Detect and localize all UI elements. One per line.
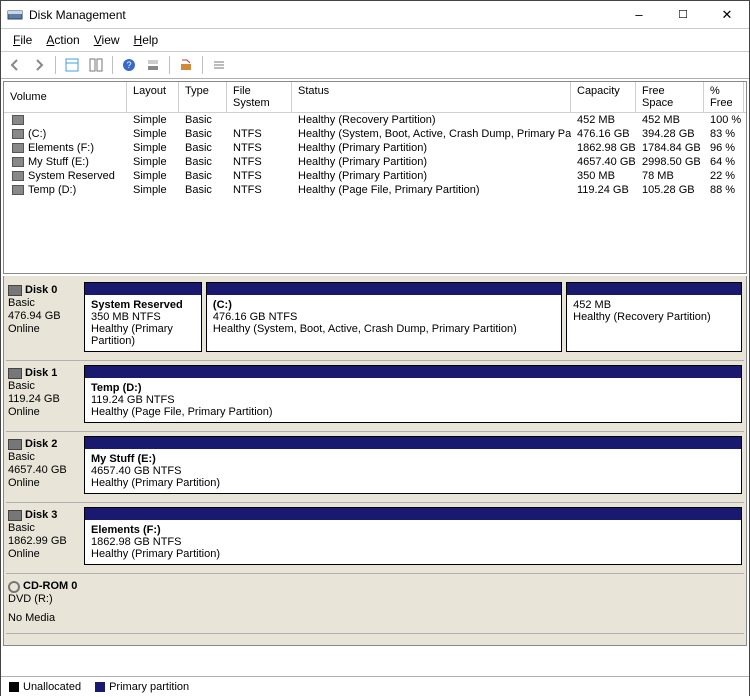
col-pctfree[interactable]: % Free [704, 82, 744, 112]
col-filesystem[interactable]: File System [227, 82, 292, 112]
disk-label[interactable]: Disk 1Basic119.24 GBOnline [8, 365, 80, 423]
separator [202, 56, 203, 74]
volume-list: Volume Layout Type File System Status Ca… [3, 81, 747, 274]
back-button[interactable] [5, 55, 25, 75]
col-capacity[interactable]: Capacity [571, 82, 636, 112]
disk-label[interactable]: Disk 2Basic4657.40 GBOnline [8, 436, 80, 494]
window-title: Disk Management [29, 8, 617, 22]
col-type[interactable]: Type [179, 82, 227, 112]
maximize-button[interactable]: ☐ [661, 1, 705, 29]
disk-row: Disk 3Basic1862.99 GBOnlineElements (F:)… [6, 503, 744, 574]
volume-row[interactable]: System ReservedSimpleBasicNTFSHealthy (P… [4, 169, 746, 183]
forward-button[interactable] [29, 55, 49, 75]
disk-row: Disk 0Basic476.94 GBOnlineSystem Reserve… [6, 278, 744, 361]
volume-row[interactable]: Temp (D:)SimpleBasicNTFSHealthy (Page Fi… [4, 183, 746, 197]
menu-help[interactable]: Help [128, 31, 165, 49]
volume-list-header: Volume Layout Type File System Status Ca… [4, 82, 746, 113]
volume-row[interactable]: My Stuff (E:)SimpleBasicNTFSHealthy (Pri… [4, 155, 746, 169]
disk-row: CD-ROM 0DVD (R:)No Media [6, 574, 744, 634]
disk-row: Disk 1Basic119.24 GBOnlineTemp (D:)119.2… [6, 361, 744, 432]
volume-icon [12, 143, 24, 153]
cd-icon [8, 581, 20, 593]
disk-row: Disk 2Basic4657.40 GBOnlineMy Stuff (E:)… [6, 432, 744, 503]
volume-row[interactable]: Elements (F:)SimpleBasicNTFSHealthy (Pri… [4, 141, 746, 155]
disk-label[interactable]: CD-ROM 0DVD (R:)No Media [8, 578, 80, 625]
volume-icon [12, 171, 24, 181]
volume-icon [12, 115, 24, 125]
volume-row[interactable]: SimpleBasicHealthy (Recovery Partition)4… [4, 113, 746, 127]
partition[interactable]: System Reserved350 MB NTFSHealthy (Prima… [84, 282, 202, 352]
disk-label[interactable]: Disk 0Basic476.94 GBOnline [8, 282, 80, 352]
legend: Unallocated Primary partition [1, 676, 749, 697]
partition[interactable]: Temp (D:)119.24 GB NTFSHealthy (Page Fil… [84, 365, 742, 423]
close-button[interactable]: ✕ [705, 1, 749, 29]
help-button[interactable]: ? [119, 55, 139, 75]
disk-icon [8, 439, 22, 450]
titlebar: Disk Management – ☐ ✕ [1, 1, 749, 29]
legend-unallocated: Unallocated [9, 681, 81, 693]
partition[interactable]: My Stuff (E:)4657.40 GB NTFSHealthy (Pri… [84, 436, 742, 494]
disk-label[interactable]: Disk 3Basic1862.99 GBOnline [8, 507, 80, 565]
volume-icon [12, 185, 24, 195]
col-status[interactable]: Status [292, 82, 571, 112]
col-free[interactable]: Free Space [636, 82, 704, 112]
toolbar-button-4[interactable] [176, 55, 196, 75]
col-layout[interactable]: Layout [127, 82, 179, 112]
minimize-button[interactable]: – [617, 1, 661, 29]
volume-icon [12, 157, 24, 167]
separator [169, 56, 170, 74]
disk-icon [8, 510, 22, 521]
toolbar: ? [1, 52, 749, 79]
partition[interactable]: Elements (F:)1862.98 GB NTFSHealthy (Pri… [84, 507, 742, 565]
menubar: File Action View Help [1, 29, 749, 52]
partition[interactable]: 452 MBHealthy (Recovery Partition) [566, 282, 742, 352]
separator [55, 56, 56, 74]
menu-view[interactable]: View [88, 31, 126, 49]
volume-row[interactable]: (C:)SimpleBasicNTFSHealthy (System, Boot… [4, 127, 746, 141]
disk-graphical-pane: Disk 0Basic476.94 GBOnlineSystem Reserve… [3, 276, 747, 646]
partition[interactable]: (C:)476.16 GB NTFSHealthy (System, Boot,… [206, 282, 562, 352]
svg-text:?: ? [126, 60, 131, 70]
app-icon [7, 7, 23, 23]
separator [112, 56, 113, 74]
toolbar-button-2[interactable] [86, 55, 106, 75]
toolbar-button-1[interactable] [62, 55, 82, 75]
legend-primary: Primary partition [95, 681, 189, 693]
col-volume[interactable]: Volume [4, 82, 127, 112]
toolbar-button-3[interactable] [143, 55, 163, 75]
disk-icon [8, 368, 22, 379]
menu-action[interactable]: Action [40, 31, 85, 49]
menu-file[interactable]: File [7, 31, 38, 49]
disk-icon [8, 285, 22, 296]
toolbar-button-5[interactable] [209, 55, 229, 75]
volume-icon [12, 129, 24, 139]
